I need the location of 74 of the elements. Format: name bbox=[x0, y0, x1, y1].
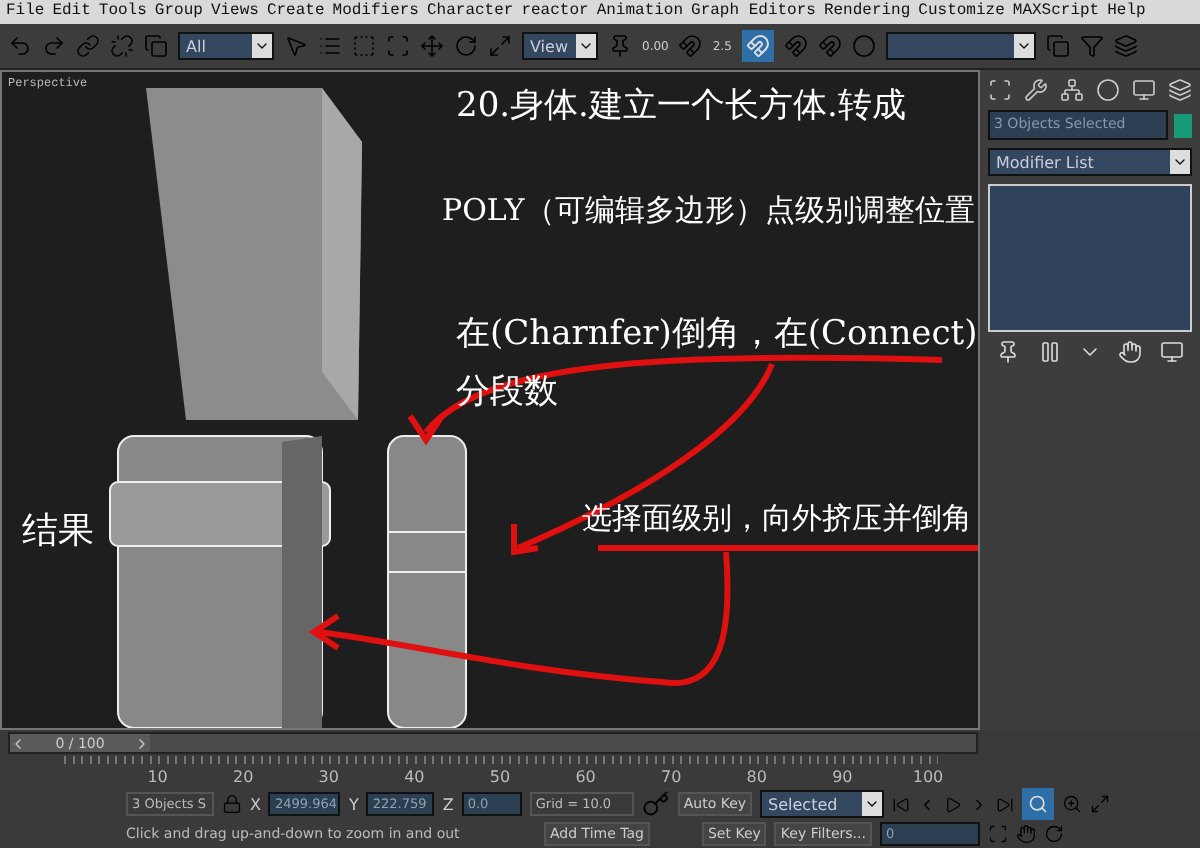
menu-item[interactable]: Animation bbox=[596, 0, 684, 24]
dropdown-caret-icon bbox=[1172, 154, 1188, 170]
modifier-stack[interactable] bbox=[988, 184, 1192, 332]
modifier-list-dropdown[interactable]: Modifier List bbox=[988, 148, 1192, 176]
zoom-extents-icon[interactable] bbox=[1090, 794, 1111, 814]
menu-item[interactable]: File bbox=[6, 0, 45, 24]
play-icon[interactable] bbox=[944, 795, 963, 813]
zoom-button[interactable] bbox=[1022, 788, 1055, 820]
search-icon bbox=[1028, 794, 1049, 814]
menu-item[interactable]: Customize bbox=[918, 0, 1005, 24]
frame-tick-label: 70 bbox=[661, 768, 682, 786]
key-mode-dropdown[interactable]: Selected bbox=[760, 790, 885, 818]
redo-icon[interactable] bbox=[42, 34, 66, 58]
menu-item[interactable]: Modifiers bbox=[332, 0, 419, 24]
frame-tick-label: 10 bbox=[147, 768, 168, 786]
annotation-text: 在(Charnfer)倒角，在(Connect) bbox=[456, 312, 978, 356]
menu-item[interactable]: Views bbox=[210, 0, 259, 24]
frame-tick-label: 40 bbox=[404, 768, 425, 786]
menu-item[interactable]: MAXScript bbox=[1012, 0, 1100, 24]
pan-icon[interactable] bbox=[1015, 824, 1036, 844]
undo-icon[interactable] bbox=[8, 34, 32, 58]
orbit-icon[interactable] bbox=[1043, 824, 1064, 844]
menu-item[interactable]: Character bbox=[426, 0, 514, 24]
menu-item[interactable]: Tools bbox=[98, 0, 147, 24]
object-color-swatch[interactable] bbox=[1174, 113, 1192, 137]
dropdown-caret-icon bbox=[864, 796, 881, 812]
angle-snap-button[interactable] bbox=[741, 30, 774, 62]
key-icon[interactable] bbox=[641, 790, 670, 818]
x-label: X bbox=[250, 795, 261, 813]
y-label: Y bbox=[348, 795, 359, 813]
annotation-text: 结果 bbox=[22, 508, 94, 554]
frame-tick-label: 20 bbox=[233, 768, 254, 786]
menu-item[interactable]: Create bbox=[266, 0, 325, 24]
frame-tick-label: 90 bbox=[832, 768, 853, 786]
menu-item[interactable]: Help bbox=[1107, 0, 1146, 24]
display-tab-icon[interactable] bbox=[1132, 78, 1156, 102]
modify-tab-icon[interactable] bbox=[1024, 78, 1048, 102]
dropdown-caret-icon bbox=[578, 38, 594, 54]
menu-item[interactable]: Rendering bbox=[823, 0, 911, 24]
pin-icon[interactable] bbox=[996, 340, 1021, 364]
selection-filter-dropdown[interactable]: All bbox=[178, 32, 274, 60]
snap-icon[interactable] bbox=[678, 34, 703, 58]
lock-icon[interactable] bbox=[222, 794, 242, 814]
rectangle-selection-icon[interactable] bbox=[352, 34, 376, 58]
pause-icon[interactable] bbox=[1037, 340, 1062, 364]
link-icon[interactable] bbox=[76, 34, 100, 58]
menu-item[interactable]: Edit bbox=[52, 0, 91, 24]
z-label: Z bbox=[442, 795, 454, 813]
frame-tick-label: 30 bbox=[318, 768, 339, 786]
frame-tick-label: 80 bbox=[746, 768, 767, 786]
dropdown-caret-icon bbox=[1015, 38, 1032, 54]
go-to-start-icon[interactable] bbox=[892, 795, 911, 813]
zoom-all-icon[interactable] bbox=[1062, 794, 1083, 814]
annotation-text: 20.身体.建立一个长方体.转成 bbox=[456, 84, 906, 128]
hierarchy-tab-icon[interactable] bbox=[1060, 78, 1084, 102]
go-to-end-icon[interactable] bbox=[996, 795, 1015, 813]
cursor-icon[interactable] bbox=[284, 34, 308, 58]
layers-icon[interactable] bbox=[1113, 34, 1138, 58]
hand-icon[interactable] bbox=[1118, 340, 1143, 364]
frame-tick-label: 50 bbox=[489, 768, 511, 786]
move-icon[interactable] bbox=[420, 34, 444, 58]
menu-item[interactable]: Graph Editors bbox=[691, 0, 816, 24]
menu-item[interactable]: reactor bbox=[521, 0, 589, 24]
frame-tick-label: 60 bbox=[575, 768, 596, 786]
annotation-text: POLY（可编辑多边形）点级别调整位置 bbox=[442, 192, 975, 230]
magnet-icon bbox=[745, 34, 770, 58]
dropdown-caret-icon bbox=[254, 38, 270, 54]
frame-tick-label: 100 bbox=[912, 768, 944, 786]
unlink-icon[interactable] bbox=[110, 34, 134, 58]
named-selection-dropdown[interactable] bbox=[885, 32, 1036, 60]
menu-item[interactable]: Group bbox=[154, 0, 203, 24]
rotate-icon[interactable] bbox=[454, 34, 478, 58]
reference-coordinate-dropdown[interactable]: View bbox=[522, 32, 598, 60]
scale-icon[interactable] bbox=[488, 34, 512, 58]
